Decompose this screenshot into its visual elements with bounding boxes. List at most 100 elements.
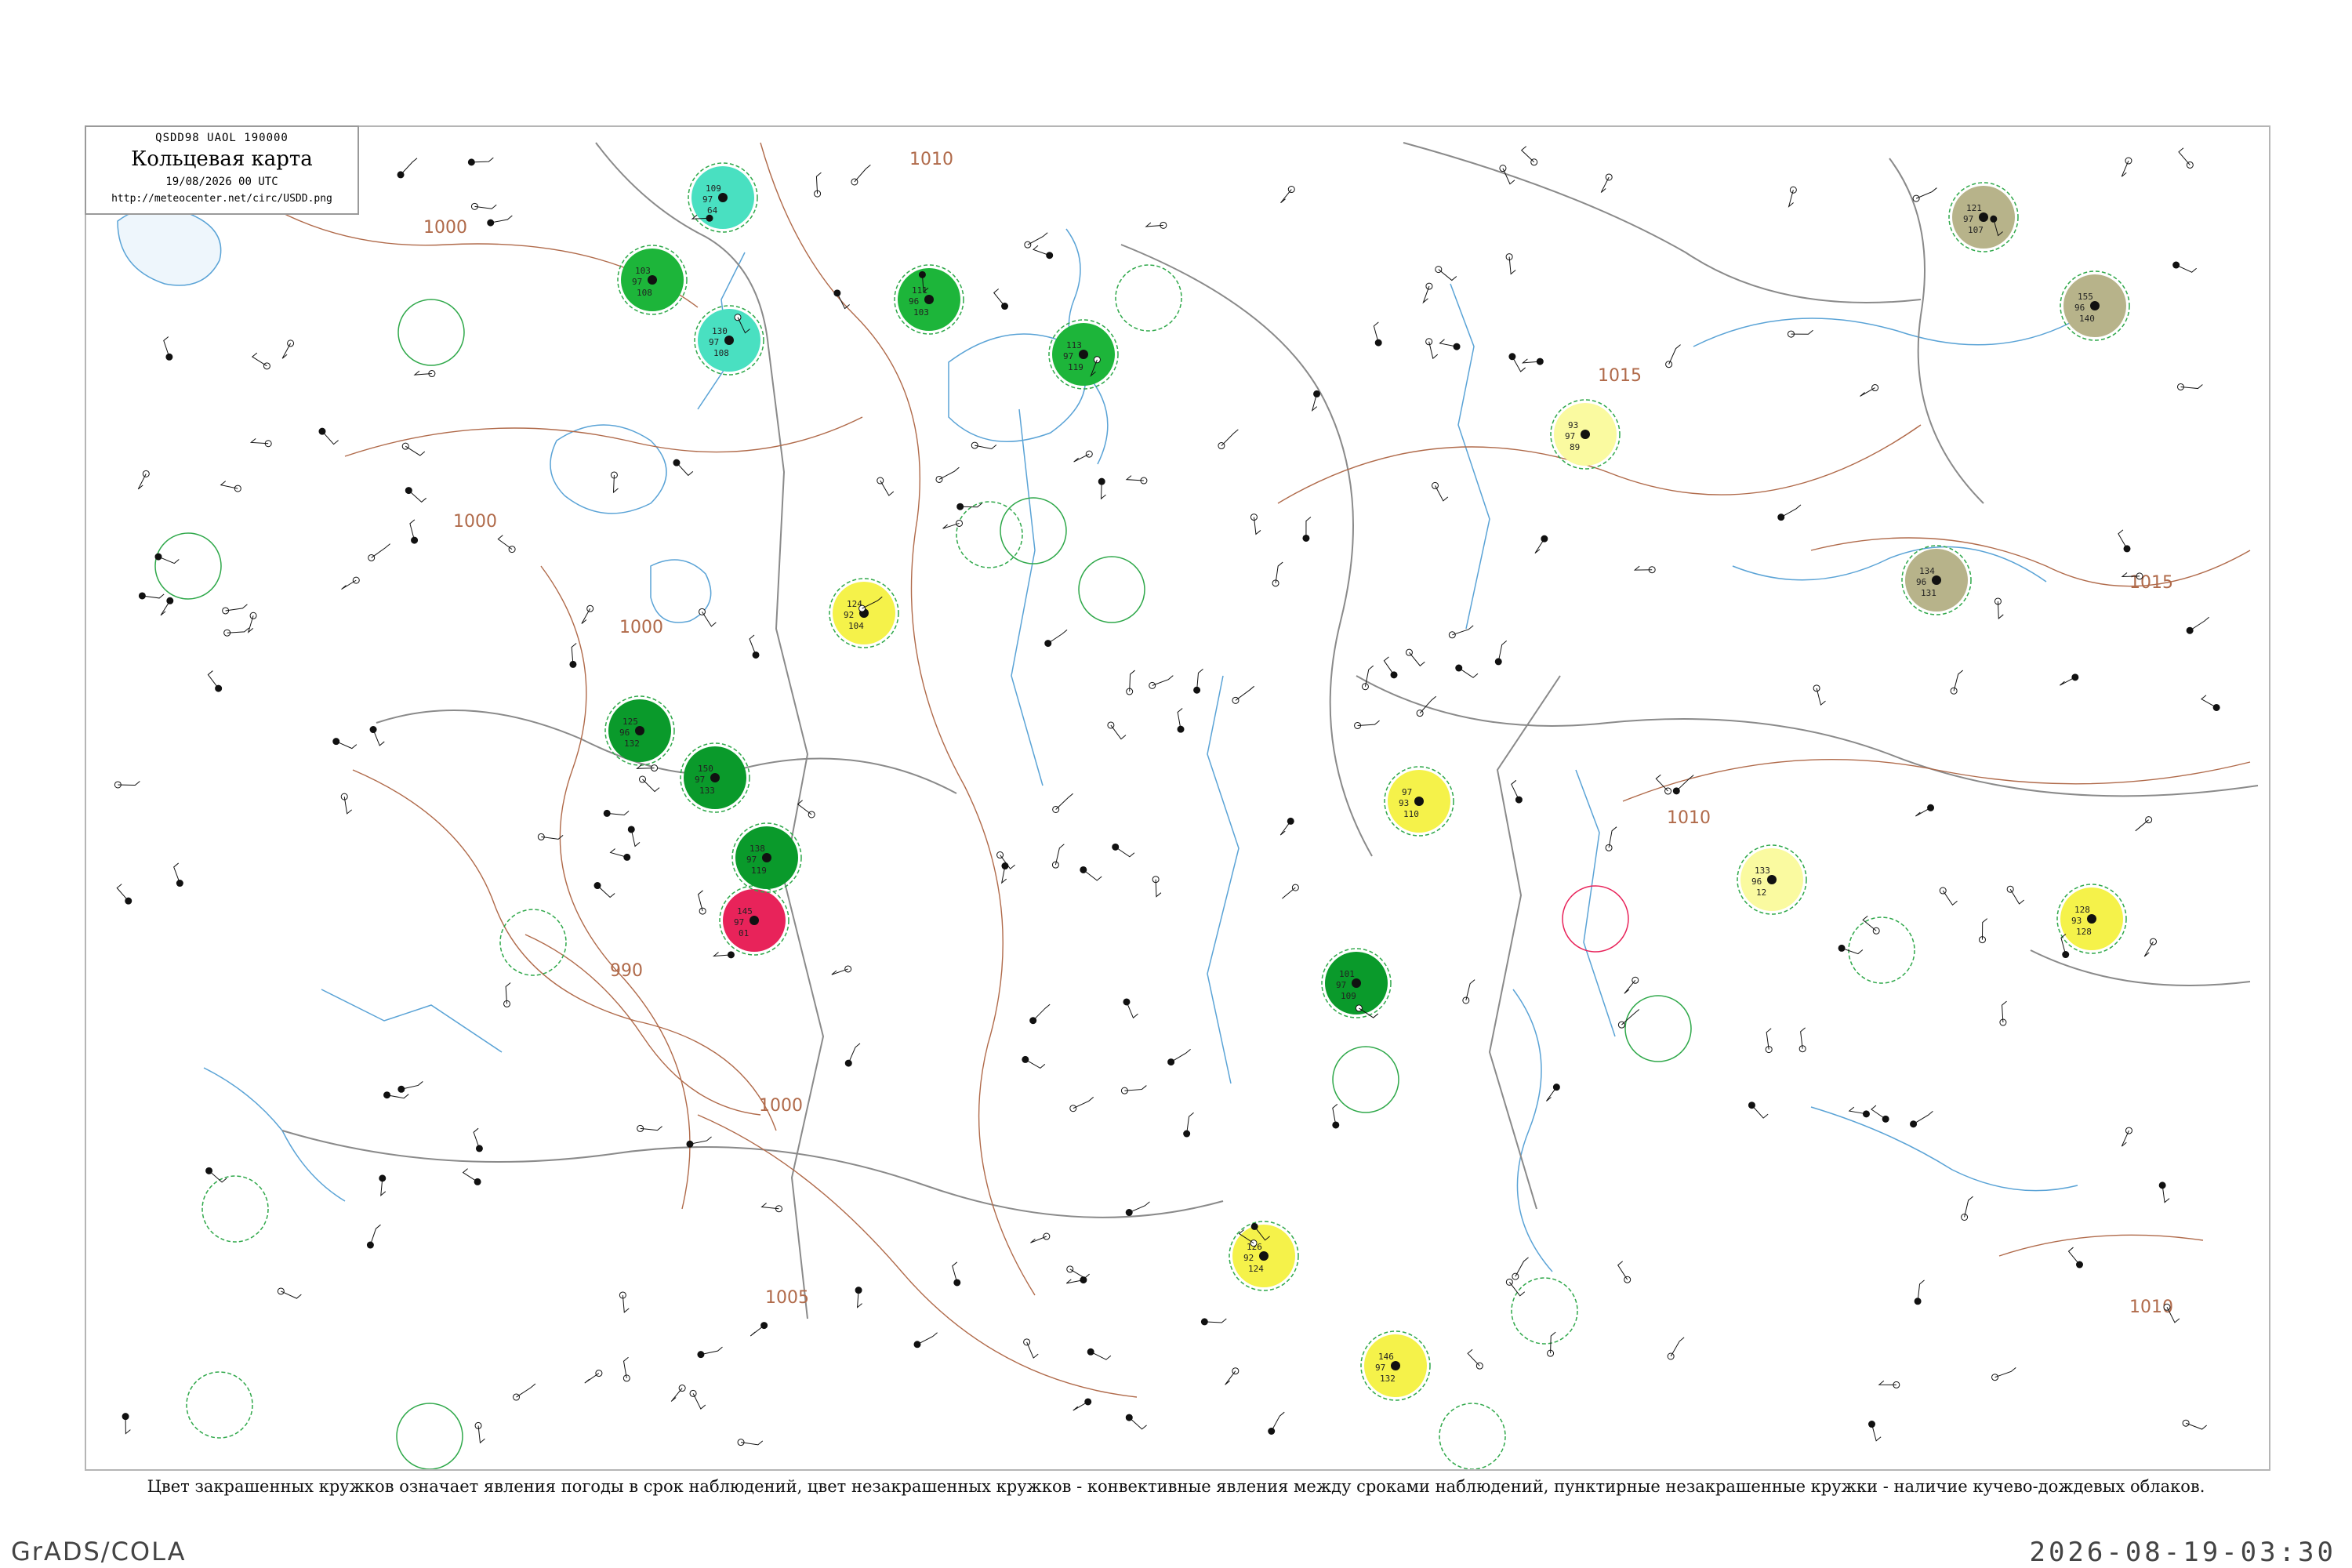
- station-value: 96: [1916, 577, 1926, 587]
- station-plot: [383, 1091, 409, 1099]
- station-fog_mist[interactable]: 12893128: [2056, 884, 2127, 954]
- station-thunder[interactable]: 1459701: [719, 885, 789, 956]
- station-plot: [609, 848, 631, 861]
- station-drizzle[interactable]: 1099764: [688, 162, 758, 233]
- convective-outline-circle: [1115, 264, 1182, 332]
- station-plot: [1600, 173, 1613, 193]
- cloud-cover-symbol: [263, 362, 270, 370]
- station-plot: [1087, 1348, 1112, 1360]
- station-value: 130: [712, 326, 728, 336]
- wind-barb: [516, 1383, 536, 1398]
- map-url[interactable]: http://meteocenter.net/circ/USDD.png: [86, 193, 358, 205]
- station-plot: [942, 519, 964, 529]
- station-value: 96: [2074, 303, 2085, 313]
- wind-barb: [1221, 429, 1239, 446]
- cloud-cover-symbol: [844, 965, 852, 973]
- station-plot: [1250, 514, 1261, 535]
- station-plot: [1439, 339, 1461, 350]
- station-value: 108: [713, 348, 729, 358]
- station-dust[interactable]: 13496131: [1901, 545, 1972, 615]
- isobar-label: 1005: [765, 1288, 809, 1308]
- station-value: 124: [1248, 1264, 1264, 1274]
- cloud-cover-symbol: [956, 519, 964, 527]
- station-plot: [1617, 1009, 1640, 1029]
- station-plot: [1272, 561, 1283, 587]
- station-value: 97: [1402, 787, 1412, 797]
- station-value: 146: [1378, 1352, 1394, 1362]
- station-dust[interactable]: 15596140: [2060, 270, 2130, 341]
- station-fog_mist[interactable]: 12492104: [829, 578, 899, 648]
- station-fog_mist[interactable]: 12692124: [1229, 1221, 1299, 1291]
- station-plot: [1107, 721, 1127, 740]
- wind-barb: [336, 741, 358, 750]
- station-plot: [1624, 976, 1639, 994]
- station-plot: [2143, 938, 2157, 957]
- station-plot: [2172, 261, 2197, 273]
- station-plot: [1029, 1004, 1051, 1025]
- station-plot: [1232, 685, 1255, 704]
- station-plot: [114, 781, 140, 789]
- station-plot: [952, 1261, 961, 1287]
- station-drizzle[interactable]: 13097108: [694, 305, 764, 376]
- station-plot: [1125, 1414, 1147, 1430]
- station-plot: [1416, 695, 1437, 717]
- station-showers[interactable]: 13897119: [731, 822, 802, 893]
- station-plot: [405, 487, 426, 503]
- wind-barb: [1280, 189, 1292, 204]
- plots-layer: [114, 146, 2220, 1446]
- station-plot: [686, 1136, 712, 1148]
- station-plot: [581, 604, 594, 624]
- station-rain[interactable]: 10397108: [617, 245, 688, 315]
- station-value: 132: [1380, 1374, 1396, 1384]
- station-plot: [341, 576, 360, 590]
- station-value: 108: [637, 288, 652, 298]
- station-value: 101: [1339, 969, 1355, 979]
- station-value: 131: [1921, 588, 1936, 598]
- wind-barb: [2185, 1422, 2207, 1430]
- station-plot: [697, 1346, 723, 1359]
- station-dust[interactable]: 12197107: [1948, 182, 2019, 252]
- station-plot: [1534, 535, 1548, 554]
- isobar-label: 1010: [1667, 808, 1711, 828]
- station-plot: [877, 477, 895, 496]
- station-plot: [1848, 1106, 1870, 1118]
- station-plot: [2060, 673, 2079, 686]
- station-dot: [724, 336, 734, 345]
- station-dot: [1581, 430, 1590, 439]
- station-rain[interactable]: 11196103: [894, 264, 964, 335]
- station-plot: [689, 1389, 706, 1410]
- station-plot: [737, 1439, 764, 1446]
- wind-barb: [2176, 264, 2197, 273]
- wind-barb: [1090, 1351, 1112, 1360]
- station-plot: [467, 157, 494, 166]
- wind-barb: [1073, 1401, 1088, 1411]
- wind-barb: [158, 556, 180, 564]
- station-value: 125: [622, 717, 638, 727]
- isobar-label: 1000: [619, 618, 663, 637]
- station-plot: [1961, 1196, 1973, 1221]
- weather-map: 1010 1000 1000 1000 990 1000 1005 1015 1…: [114, 142, 2259, 1469]
- map-title-box: QSDD98 UAOL 190000 Кольцевая карта 19/08…: [85, 125, 359, 215]
- convective-outline-circle: [397, 299, 465, 366]
- wind-barb: [1675, 775, 1694, 792]
- wind-barb: [160, 601, 171, 616]
- bulletin-code: QSDD98 UAOL 190000: [155, 132, 289, 144]
- station-value: 93: [2071, 916, 2082, 926]
- station-fog_mist[interactable]: 14697132: [1360, 1330, 1431, 1401]
- station-plot: [223, 627, 249, 637]
- convective-outline-circle: [201, 1175, 269, 1243]
- wind-barb: [1422, 285, 1430, 304]
- station-plot: [1373, 321, 1382, 347]
- station-showers[interactable]: 15097133: [680, 742, 750, 813]
- station-value: 97: [1063, 351, 1073, 361]
- station-plot: [1332, 1103, 1340, 1129]
- borders: [281, 142, 2259, 1319]
- wind-barb: [1915, 187, 1937, 199]
- station-fog_mist[interactable]: 9793110: [1384, 766, 1454, 837]
- wind-barb: [400, 158, 418, 176]
- station-rain[interactable]: 11397119: [1048, 319, 1119, 390]
- station-plot: [503, 982, 511, 1007]
- wind-barb: [341, 579, 357, 590]
- station-plot: [1145, 221, 1167, 229]
- station-haze_light[interactable]: 1339612: [1737, 844, 1807, 915]
